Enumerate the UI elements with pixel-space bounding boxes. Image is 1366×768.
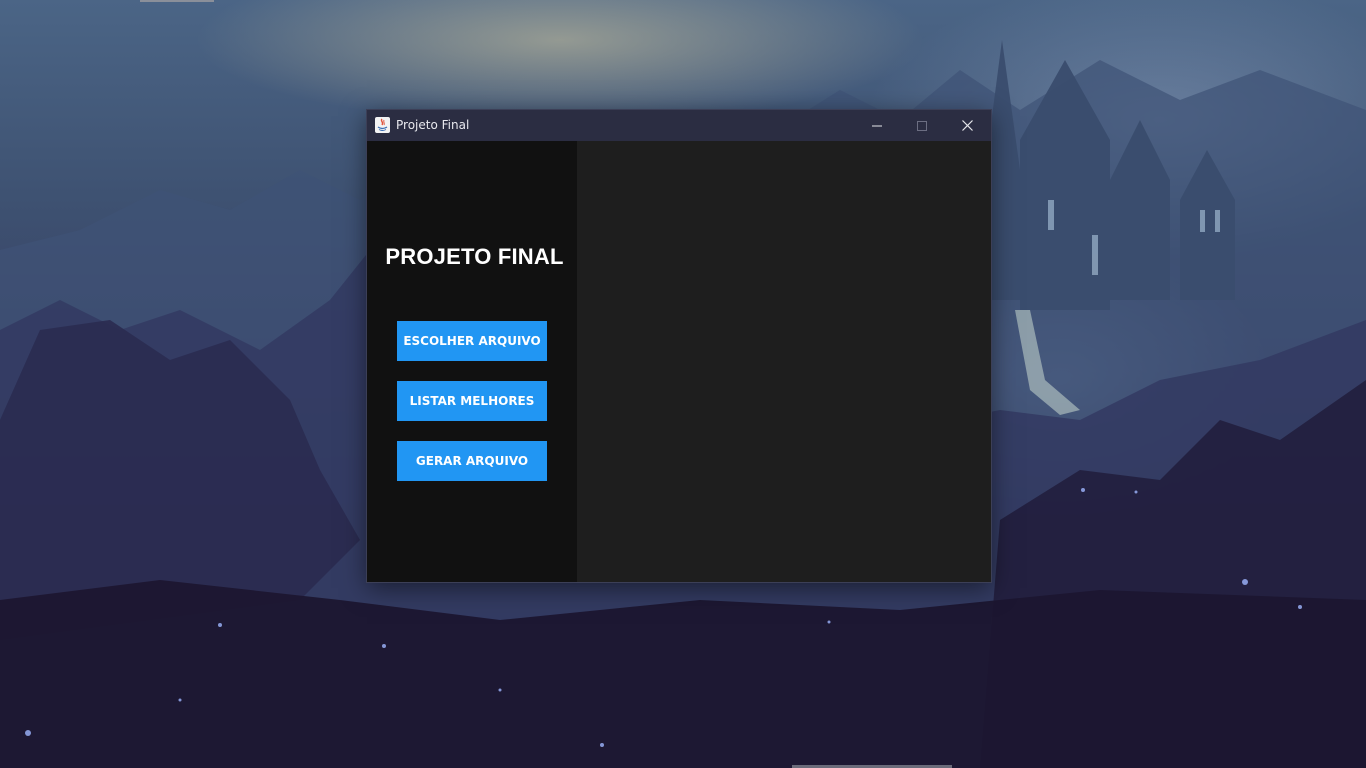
content-panel [577,141,991,582]
choose-file-button[interactable]: ESCOLHER ARQUIVO [397,321,547,361]
java-app-icon [375,117,390,133]
app-window: Projeto Final PROJETO FINAL ESCOLHER ARQ… [367,110,991,582]
maximize-icon [916,120,927,131]
maximize-button[interactable] [899,110,944,141]
window-title: Projeto Final [396,118,470,132]
close-icon [962,120,973,131]
sidebar-title: PROJETO FINAL [385,244,564,269]
minimize-icon [871,125,882,126]
screen-edge-artifact [140,0,214,2]
minimize-button[interactable] [854,110,899,141]
title-bar[interactable]: Projeto Final [367,110,991,141]
sidebar: PROJETO FINAL ESCOLHER ARQUIVO LISTAR ME… [367,141,577,582]
generate-file-button[interactable]: GERAR ARQUIVO [397,441,547,481]
list-best-button[interactable]: LISTAR MELHORES [397,381,547,421]
close-button[interactable] [945,110,990,141]
